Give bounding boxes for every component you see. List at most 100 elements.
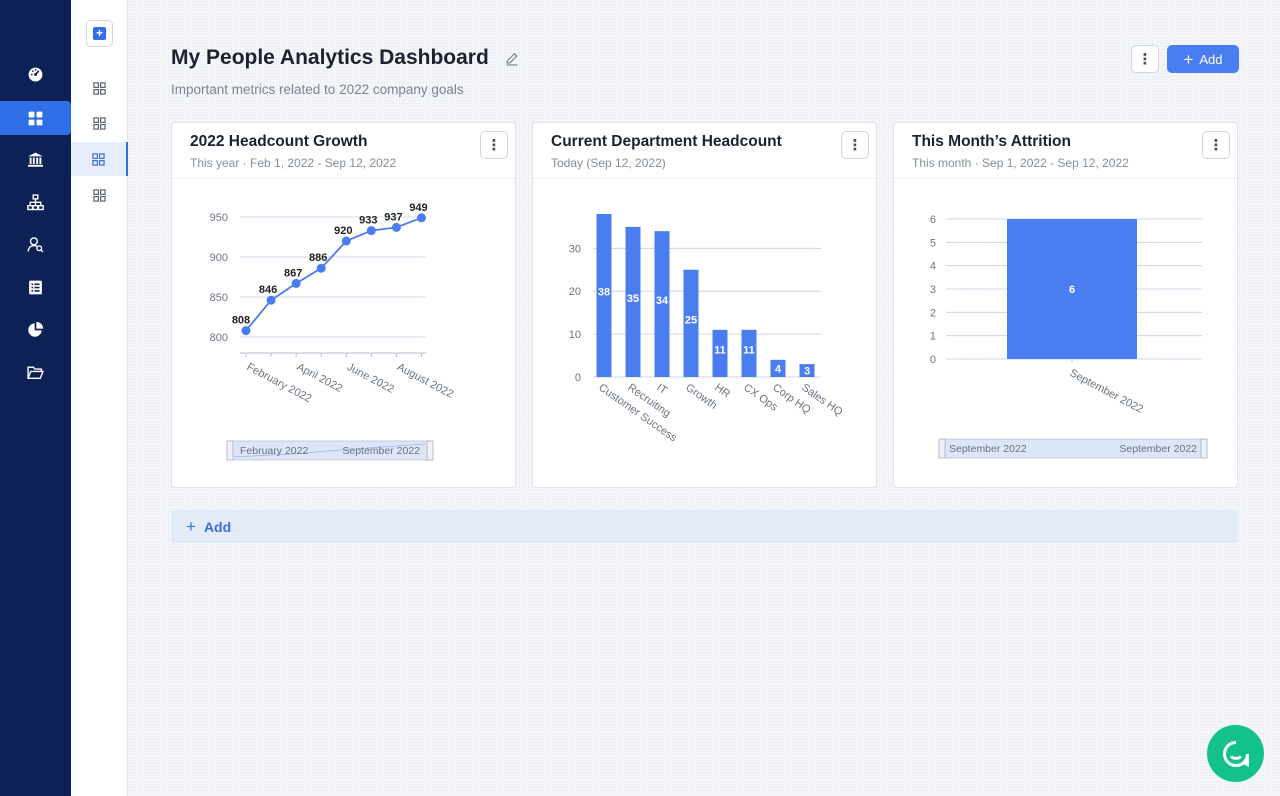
chat-bubble-icon [1222,740,1249,767]
widget-department-headcount: Current Department Headcount Today (Sep … [532,122,877,488]
plus-icon: + [93,27,106,40]
nav-item-analytics[interactable] [0,312,71,346]
y-tick-label: 0 [930,354,936,366]
widget-monthly-attrition: This Month’s Attrition This month · Sep … [893,122,1238,488]
department-headcount-bar-chart: 01020303835 342511 114 3Customer SuccessRec… [569,214,845,445]
chat-launcher-button[interactable] [1207,725,1264,782]
x-tick-label: June 2022 [345,361,396,396]
pencil-icon[interactable] [505,52,519,66]
widget-more-button[interactable]: ⋮ [1202,131,1230,159]
bar-value-label: 6 [1069,284,1075,296]
people-search-icon [27,236,44,252]
x-tick-label: August 2022 [395,361,455,401]
data-label: 808 [232,315,250,327]
data-point [417,213,426,223]
x-tick-label: IT [654,382,669,398]
dashboard-list-item-1[interactable] [71,71,128,105]
data-label: 920 [334,225,352,237]
pie-chart-icon [28,321,44,337]
range-slider-handle-end [1200,438,1208,459]
add-widget-row[interactable]: + Add [171,510,1238,543]
nav-item-people[interactable] [0,227,71,261]
range-slider-end-label: September 2022 [1119,443,1197,455]
y-tick-label: 10 [569,329,581,341]
widget-subtitle: Today (Sep 12, 2022) [551,156,666,170]
x-tick-label: HR [712,382,732,401]
nav-item-dashboards[interactable] [0,101,71,135]
add-widget-row-label: Add [203,518,232,535]
widget-subtitle: This month · Sep 1, 2022 - Sep 12, 2022 [912,156,1129,170]
bar-value-label: 4 [775,363,782,375]
dashboard-more-button[interactable]: ⋮ [1131,45,1159,73]
y-tick-label: 900 [210,252,228,264]
more-vertical-icon: ⋮ [1137,50,1153,68]
bar-value-label: 11 [743,344,755,356]
y-tick-label: 3 [930,284,936,296]
range-slider-end-label: September 2022 [342,445,420,457]
nav-item-org-chart[interactable] [0,185,71,219]
y-tick-label: 5 [930,237,936,249]
widget-title: 2022 Headcount Growth [190,133,368,150]
data-label: 846 [259,284,277,296]
widget-subtitle: This year · Feb 1, 2022 - Sep 12, 2022 [190,156,397,170]
data-label: 867 [284,267,302,279]
y-tick-label: 4 [930,261,936,273]
data-point [341,236,351,246]
y-tick-label: 950 [210,212,228,224]
dashboard-list-item-3[interactable] [71,142,128,176]
plus-icon: + [1183,49,1194,69]
bar-value-label: 25 [685,314,697,326]
range-slider-handle-end [426,440,434,461]
data-point [266,295,276,305]
dashboard-grid-icon [28,111,43,125]
bar-value-label: 11 [714,344,726,356]
y-tick-label: 1 [930,331,936,343]
data-label: 886 [309,252,327,264]
headcount-growth-line-chart: 800 850 900 950 808 846 867 886 920 933 937 949 Febr… [210,202,455,461]
dashboard-list-nav: + [71,0,128,796]
bar-value-label: 3 [804,366,810,378]
bar-value-label: 38 [598,287,610,299]
grid-icon [93,81,106,95]
page-subtitle: Important metrics related to 2022 compan… [171,82,464,97]
grid-icon [93,188,106,202]
more-vertical-icon: ⋮ [847,136,863,154]
data-point [316,263,326,273]
y-tick-label: 30 [569,243,581,255]
nav-item-reports[interactable] [0,270,71,304]
primary-nav-rail [0,0,71,796]
dashboard-list-item-4[interactable] [71,178,128,212]
x-tick-label: September 2022 [1068,367,1145,416]
range-slider-start-label: September 2022 [949,443,1027,455]
widget-headcount-growth: 2022 Headcount Growth This year · Feb 1,… [171,122,516,488]
x-tick-label: Growth [683,382,719,412]
grid-icon [92,152,105,166]
dashboard-list-item-2[interactable] [71,106,128,140]
data-point [391,222,401,232]
list-icon [29,280,42,294]
nav-item-files[interactable] [0,355,71,389]
gauge-icon [28,67,43,81]
nav-item-overview[interactable] [0,56,71,90]
attrition-bar-chart: 0 1 2 3 4 5 6 6 September 2022 September 2022 Sept… [930,214,1208,459]
nav-item-company[interactable] [0,142,71,176]
y-tick-label: 2 [930,307,936,319]
plus-icon: + [186,516,196,536]
y-tick-label: 0 [575,372,581,384]
bar-value-label: 35 [627,293,639,305]
bank-icon [28,152,43,167]
data-label: 933 [359,215,377,227]
y-tick-label: 850 [210,292,228,304]
dashboard-canvas: My People Analytics Dashboard Important … [128,0,1280,796]
new-dashboard-button[interactable]: + [86,20,113,47]
widget-more-button[interactable]: ⋮ [480,131,508,159]
widget-more-button[interactable]: ⋮ [841,131,869,159]
range-slider-handle-start [938,438,946,459]
more-vertical-icon: ⋮ [486,136,502,154]
folder-icon [27,365,44,379]
org-chart-icon [27,193,44,210]
y-tick-label: 800 [210,332,228,344]
range-slider-handle-start [226,440,234,461]
data-point [366,226,376,236]
add-widget-button[interactable]: + Add [1167,45,1239,73]
